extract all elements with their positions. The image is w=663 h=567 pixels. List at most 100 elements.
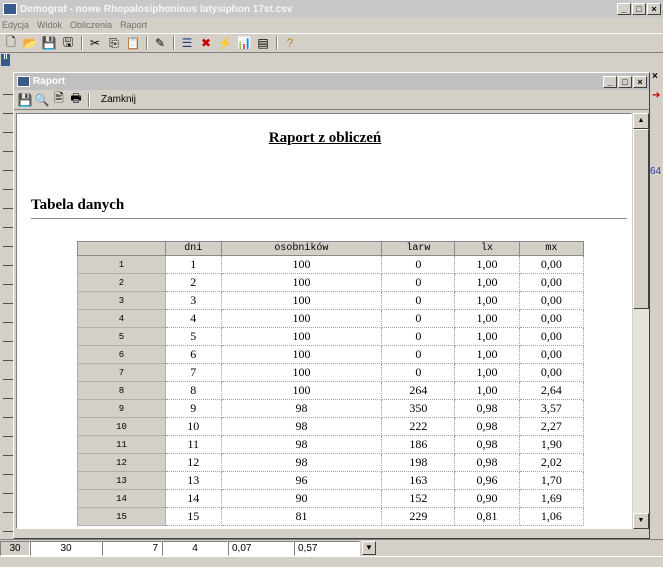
table-cell: 1,00 [454,291,520,310]
row-number: 14 [77,489,166,508]
table-row: 8 8 100 264 1,00 2,64 [77,381,585,400]
print-preview-icon[interactable]: 🔍 [34,92,50,108]
help-icon[interactable]: ? [281,35,299,51]
mdi-tick [3,246,13,247]
row-number: 7 [77,363,166,382]
cut-icon[interactable]: ✂ [86,35,104,51]
table-cell: 0,00 [518,273,585,292]
table-cell: 10 [165,417,222,436]
mdi-tick [3,303,13,304]
maximize-button[interactable]: □ [632,3,646,15]
table-cell: 0,98 [454,453,520,472]
toolbar-separator [88,92,90,107]
table-cell: 15 [165,507,222,526]
new-file-icon[interactable]: 🗋 [2,35,20,51]
status-cell-lx[interactable]: 0,07 [228,540,294,556]
row-number: 8 [77,381,166,400]
zamknij-button[interactable]: Zamknij [97,94,140,105]
row-number: 3 [77,291,166,310]
row-number: 11 [77,435,166,454]
close-button[interactable]: × [647,3,661,15]
table-cell: 0,00 [518,327,585,346]
status-cell-mx[interactable]: 0,57 [294,540,360,556]
save-icon[interactable]: 💾 [40,35,58,51]
table-icon[interactable]: ☰ [178,35,196,51]
edit-icon[interactable]: ✎ [151,35,169,51]
scroll-up-button[interactable]: ▲ [633,113,649,129]
scroll-thumb[interactable] [633,129,649,309]
vertical-scrollbar[interactable]: ▲ ▼ [633,113,649,529]
menu-edycja[interactable]: Edycja [2,20,29,30]
table-cell: 0,00 [518,345,585,364]
calculate-icon[interactable]: ⚡ [216,35,234,51]
table-cell: 100 [220,273,383,292]
mdi-tick [3,455,13,456]
save-all-icon[interactable]: 🖫 [59,35,77,51]
section-heading: Tabela danych [31,197,125,213]
print-icon[interactable]: 🖶 [68,91,84,108]
row-number: 4 [77,309,166,328]
mdi-tick [3,474,13,475]
table-row: 14 14 90 152 0,90 1,69 [77,489,585,508]
background-value: 64 [650,166,662,177]
table-cell: 0,00 [518,309,585,328]
chevron-down-icon[interactable]: ▼ [362,541,376,555]
scroll-down-button[interactable]: ▼ [633,513,649,529]
table-cell: 2 [165,273,222,292]
table-cell: 0,96 [454,471,520,490]
delete-icon[interactable]: ✖ [197,35,215,51]
mdi-tick [3,265,13,266]
table-cell: 1,69 [518,489,585,508]
table-cell: 0 [381,291,456,310]
table-cell: 100 [220,363,383,382]
row-number: 10 [77,417,166,436]
toolbar-separator [276,36,278,50]
copy-icon[interactable]: ⎘ [105,35,123,51]
arrow-icon: ➔ [652,90,661,101]
table-cell: 100 [220,381,383,400]
raport-title-bar: Raport _ □ × [14,73,649,90]
raport-minimize-button[interactable]: _ [603,75,617,88]
table-cell: 0 [381,345,456,364]
table-cell: 0 [381,309,456,328]
raport-close-button[interactable]: × [633,75,647,88]
export-icon[interactable]: 🖹 [51,91,67,108]
table-cell: 1,00 [454,273,520,292]
table-cell: 222 [381,417,456,436]
background-close-icon[interactable]: × [652,71,658,82]
table-cell: 98 [220,399,383,418]
table-cell: 1,00 [454,309,520,328]
save-icon[interactable]: 💾 [17,92,33,108]
mdi-tick [3,341,13,342]
table-cell: 12 [165,453,222,472]
status-cell-osobnikow[interactable]: 7 [102,540,162,556]
mdi-tick [3,189,13,190]
raport-maximize-button[interactable]: □ [618,75,632,88]
table-cell: 2,02 [518,453,585,472]
minimize-button[interactable]: _ [617,3,631,15]
status-cell-dni[interactable]: 30 [30,540,102,556]
menu-obliczenia[interactable]: Obliczenia [70,20,112,30]
column-header: osobników [220,241,383,256]
table-cell: 1,00 [454,363,520,382]
report-icon[interactable]: ▤ [254,35,272,51]
column-header: dni [165,241,222,256]
status-cell-larw[interactable]: 4 [162,540,228,556]
menu-widok[interactable]: Widok [37,20,62,30]
status-cell-row: 30 [0,540,30,556]
chart-icon[interactable]: 📊 [235,35,253,51]
menu-raport[interactable]: Raport [120,20,147,30]
row-number: 13 [77,471,166,490]
mdi-tick [3,360,13,361]
open-folder-icon[interactable]: 📂 [21,35,39,51]
app-icon [3,3,17,15]
mdi-tick [3,284,13,285]
data-table: dni osobników larw lx mx 1 1 100 0 1,00 0,00 2 2 100… [77,241,585,526]
paste-icon[interactable]: 📋 [124,35,142,51]
mdi-tick [3,417,13,418]
raport-window: Raport _ □ × 💾 🔍 🖹 🖶 Zamknij Raport z ob… [13,72,650,539]
table-cell: 0,98 [454,399,520,418]
table-cell: 3,57 [518,399,585,418]
row-number: 12 [77,453,166,472]
column-header: mx [518,241,585,256]
